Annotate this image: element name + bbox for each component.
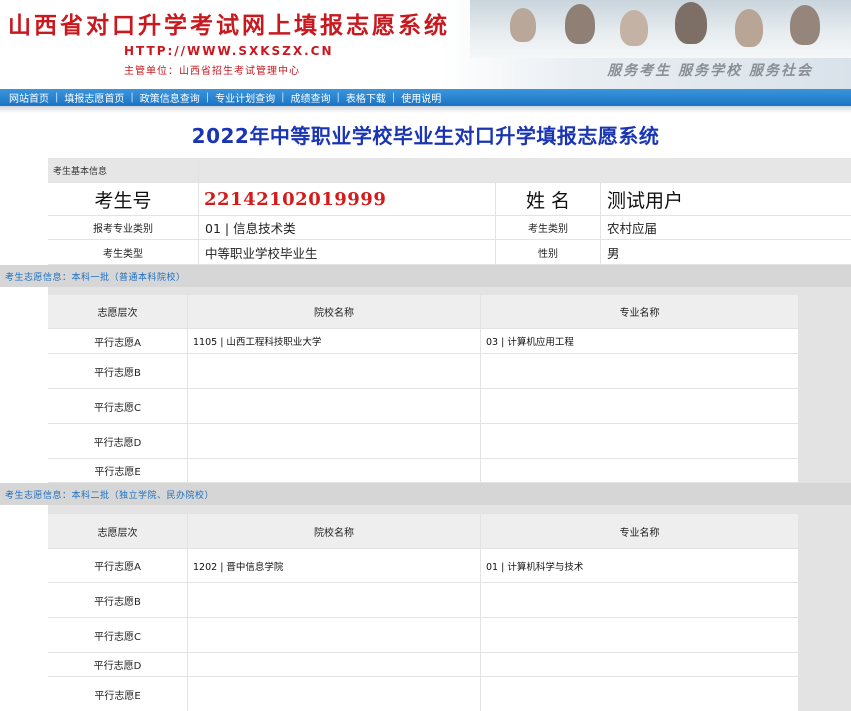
table-row: 平行志愿C	[48, 389, 851, 423]
page-title: 2022年中等职业学校毕业生对口升学填报志愿系统	[191, 124, 660, 148]
application-form: 考生基本信息 考生号 22142102019999 姓 名 测试用户 报考专业类…	[0, 158, 851, 711]
table-row: 平行志愿E	[48, 677, 851, 711]
table-row: 平行志愿C	[48, 618, 851, 652]
nav-score[interactable]: 成绩查询	[291, 90, 331, 105]
site-title: 山西省对口升学考试网上填报志愿系统	[8, 13, 450, 39]
batch1-col-header: 志愿层次 院校名称 专业名称	[48, 295, 851, 328]
site-url: HTTP://WWW.SXKSZX.CN	[124, 44, 334, 58]
main-nav: 网站首页 | 填报志愿首页 | 政策信息查询 | 专业计划查询 | 成绩查询 | 表格下载…	[0, 89, 851, 106]
major-category-row: 报考专业类别 01 | 信息技术类 考生类别 农村应届	[48, 216, 851, 239]
site-slogan: 服务考生 服务学校 服务社会	[607, 63, 813, 79]
exam-no-label: 考生号	[48, 183, 198, 215]
table-row: 平行志愿A 1105 | 山西工程科技职业大学 03 | 计算机应用工程	[48, 329, 851, 353]
name-value: 测试用户	[601, 183, 851, 215]
table-row: 平行志愿E	[48, 459, 851, 482]
nav-plan[interactable]: 专业计划查询	[215, 90, 275, 105]
site-org: 主管单位：山西省招生考试管理中心	[124, 66, 300, 77]
student-type-row: 考生类型 中等职业学校毕业生 性别 男	[48, 240, 851, 264]
table-row: 平行志愿B	[48, 354, 851, 388]
name-label: 姓 名	[496, 183, 600, 215]
header-banner: 山西省对口升学考试网上填报志愿系统 HTTP://WWW.SXKSZX.CN 主…	[0, 0, 851, 89]
student-category-value: 农村应届	[601, 216, 851, 239]
major-category-value: 01 | 信息技术类	[199, 216, 495, 239]
nav-help[interactable]: 使用说明	[401, 90, 441, 105]
nav-home[interactable]: 网站首页	[9, 90, 49, 105]
nav-apply-home[interactable]: 填报志愿首页	[64, 90, 124, 105]
exam-no-row: 考生号 22142102019999 姓 名 测试用户	[48, 183, 851, 215]
table-row: 平行志愿B	[48, 583, 851, 617]
basic-info-header: 考生基本信息	[48, 158, 851, 182]
student-type-value: 中等职业学校毕业生	[199, 240, 495, 264]
exam-no-value: 22142102019999	[199, 183, 495, 215]
batch2-header: 考生志愿信息：本科二批（独立学院、民办院校）	[0, 483, 851, 505]
table-row: 平行志愿A 1202 | 晋中信息学院 01 | 计算机科学与技术	[48, 549, 851, 582]
table-row: 平行志愿D	[48, 424, 851, 458]
nav-download[interactable]: 表格下载	[346, 90, 386, 105]
banner-photo	[470, 0, 851, 58]
table-row: 平行志愿D	[48, 653, 851, 676]
gender-value: 男	[601, 240, 851, 264]
batch1-header: 考生志愿信息：本科一批（普通本科院校）	[0, 265, 851, 287]
batch2-col-header: 志愿层次 院校名称 专业名称	[48, 514, 851, 548]
nav-policy[interactable]: 政策信息查询	[140, 90, 200, 105]
